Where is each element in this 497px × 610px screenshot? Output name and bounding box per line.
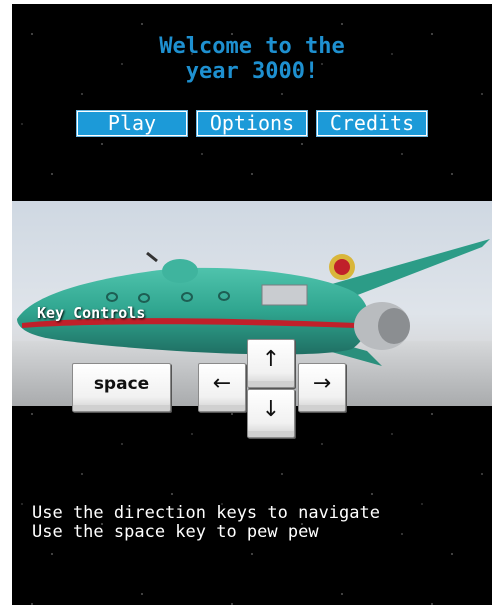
welcome-title: Welcome to the year 3000!: [12, 34, 492, 84]
up-arrow-key[interactable]: ↑: [247, 339, 295, 388]
game-canvas: Welcome to the year 3000! Play Options C…: [12, 4, 492, 605]
key-controls-heading: Key Controls: [37, 304, 146, 322]
down-arrow-key[interactable]: ↓: [247, 389, 295, 438]
left-arrow-key[interactable]: ←: [198, 363, 246, 412]
play-button[interactable]: Play: [76, 110, 188, 137]
main-menu: Play Options Credits: [12, 110, 492, 138]
instructions-text: Use the direction keys to navigate Use th…: [32, 504, 380, 542]
right-arrow-key[interactable]: →: [298, 363, 346, 412]
title-line-2: year 3000!: [185, 59, 319, 84]
options-button[interactable]: Options: [196, 110, 308, 137]
title-line-1: Welcome to the: [159, 34, 345, 59]
space-key[interactable]: space: [72, 363, 171, 412]
instruction-line-2: Use the space key to pew pew: [32, 522, 319, 542]
credits-button[interactable]: Credits: [316, 110, 428, 137]
instruction-line-1: Use the direction keys to navigate: [32, 503, 380, 523]
